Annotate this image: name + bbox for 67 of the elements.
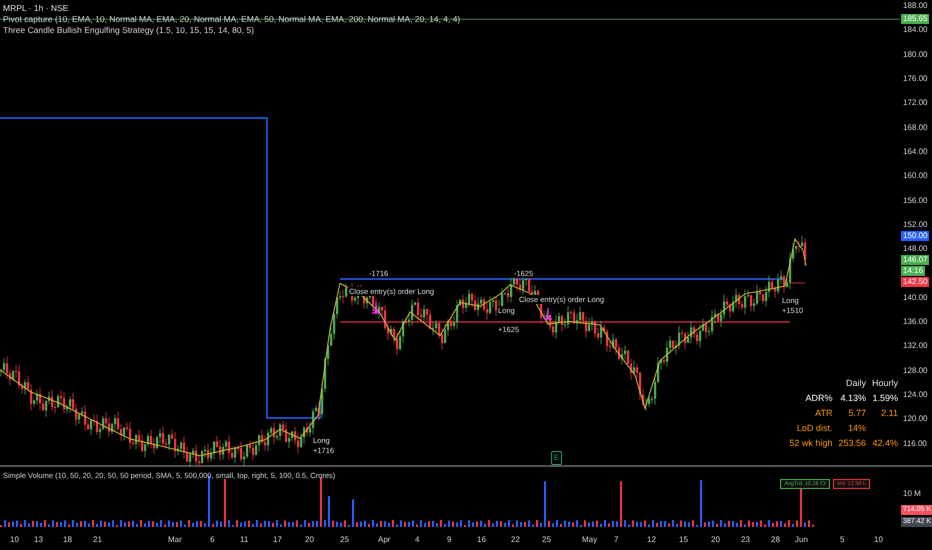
price-tag: 14:16	[901, 266, 926, 276]
indicator-legend: Pivot capture (10, EMA, 10, Normal MA, EMA, 20, Normal MA, EMA, 50, Normal MA, EMA, 200, Normal MA, 20, 14, 4, 4)	[3, 14, 460, 25]
price-tick: 156.00	[903, 196, 928, 205]
time-tick: 20	[711, 535, 720, 544]
table-cell-text: 14%	[846, 423, 866, 433]
table-cell-text: 4.13%	[839, 393, 866, 403]
price-tick: 176.00	[903, 74, 928, 83]
time-tick: 15	[679, 535, 688, 544]
column-header: Daily	[844, 378, 866, 388]
price-tick: 136.00	[903, 317, 928, 326]
table-cell: 253.56	[838, 438, 866, 448]
time-tick: 23	[741, 535, 750, 544]
time-tick: 12	[647, 535, 656, 544]
table-cell-text: 5.77	[847, 408, 866, 418]
time-tick: Mar	[168, 535, 182, 544]
indicator-legend: Three Candle Bullish Engulfing Strategy (1.5, 10, 15, 15, 14, 80, 5)	[3, 25, 460, 36]
price-tag: 185.65	[901, 14, 930, 24]
price-tag: 142.50	[901, 276, 930, 287]
price-tick: 148.00	[903, 244, 928, 254]
time-tick: 28	[771, 535, 780, 544]
price-tick: 128.00	[903, 366, 928, 375]
time-tick: 21	[93, 535, 102, 544]
time-tick: 20	[305, 535, 314, 544]
time-tick: 25	[340, 535, 349, 544]
table-cell-text: 2.11	[880, 408, 898, 418]
time-tick: May	[582, 535, 598, 544]
price-tick: 164.00	[903, 146, 928, 156]
time-tick: 17	[273, 535, 282, 544]
row-label: LoD dist.	[796, 423, 832, 433]
price-tick: 180.00	[903, 50, 928, 59]
price-tick: 140.00	[903, 292, 928, 302]
row-label: ADR%	[804, 393, 832, 403]
price-tick: 152.00	[903, 220, 928, 229]
symbol-title: MRPL · 1h · NSE	[3, 3, 70, 14]
table-cell: 42.4%	[872, 438, 898, 448]
time-tick: 6	[210, 535, 214, 544]
time-tick: 7	[614, 535, 618, 544]
time-tick: 16	[477, 535, 486, 544]
time-tick: Jun	[795, 535, 808, 544]
price-tag: 150.00	[901, 231, 930, 242]
time-tick: 18	[63, 535, 72, 544]
price-tick: 116.00	[903, 438, 927, 448]
row-label: 52 wk high	[789, 438, 832, 448]
price-tick: 160.00	[903, 171, 928, 180]
time-tick: 13	[34, 535, 43, 544]
price-tag: 146.07	[901, 254, 930, 265]
time-tick: 5	[840, 535, 844, 544]
time-tick: 9	[447, 535, 452, 544]
price-tick: 172.00	[903, 98, 928, 108]
price-tick: 168.00	[903, 122, 928, 132]
volume-tick: 10 M	[903, 489, 921, 498]
time-tick: 22	[511, 535, 520, 544]
price-tick: 132.00	[903, 341, 928, 350]
price-tick: 120.00	[903, 414, 928, 424]
time-tick: 4	[415, 535, 420, 544]
time-tick: 25	[542, 535, 551, 544]
time-tick: 10	[874, 535, 883, 544]
time-tick: Apr	[378, 535, 390, 544]
price-tick: 184.00	[903, 25, 928, 34]
price-tick: 188.00	[903, 1, 928, 10]
table-cell: 1.59%	[872, 393, 898, 403]
column-header: Hourly	[872, 378, 898, 388]
time-tick: 10	[10, 535, 19, 544]
price-tick: 124.00	[903, 390, 928, 400]
time-tick: 11	[240, 535, 248, 544]
earnings-marker[interactable]: E	[551, 451, 562, 465]
row-label: ATR	[814, 408, 832, 418]
